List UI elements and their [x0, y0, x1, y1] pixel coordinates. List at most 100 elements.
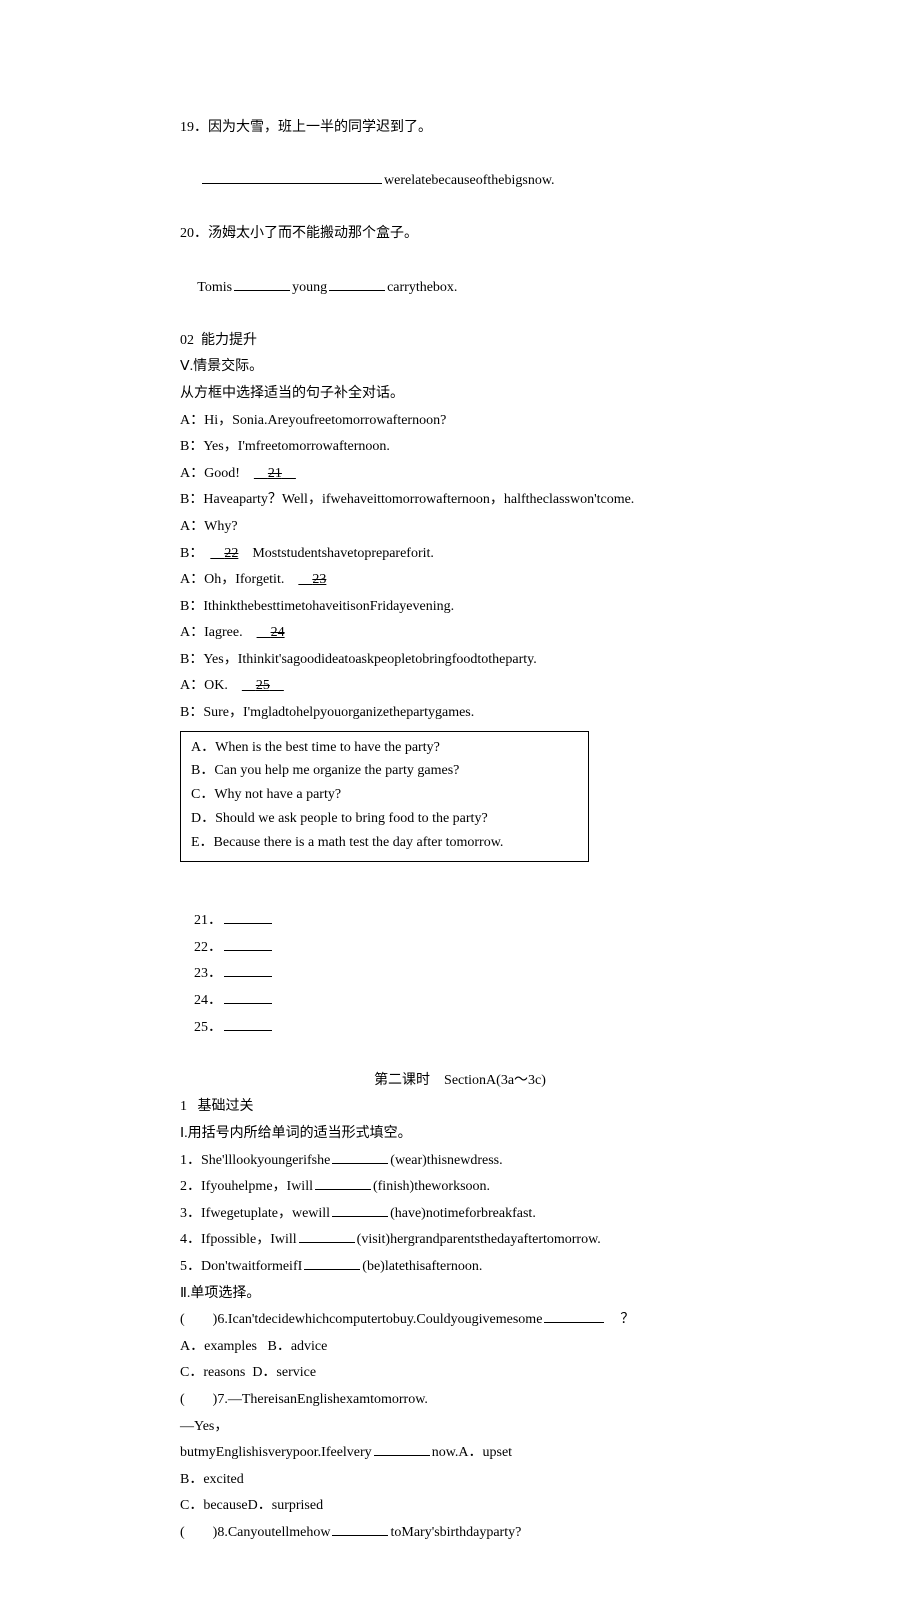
dialog-b5: B：Yes，Ithinkit'sagoodideatoaskpeopletobr…	[180, 647, 740, 674]
m7-opts-1: B．excited	[180, 1467, 740, 1494]
p1: 1．She'lllookyoungerifshe (wear)thisnewdre…	[180, 1148, 740, 1175]
p1-b: (wear)thisnewdress.	[390, 1153, 502, 1168]
ans-23-label: 23．	[194, 966, 222, 981]
m7-c: butmyEnglishisverypoor.Ifeelvery now.A．up…	[180, 1440, 740, 1467]
option-d: D．Should we ask people to bring food to …	[191, 807, 578, 831]
blank-num-21: 21	[268, 466, 282, 481]
dialog-b3-post: Moststudentshavetoprepareforit.	[238, 546, 434, 561]
section-02-heading: 02 能力提升	[180, 328, 740, 355]
m6-blank[interactable]	[544, 1308, 604, 1323]
p2-blank[interactable]	[315, 1175, 371, 1190]
p2: 2．Ifyouhelpme，Iwill(finish)theworksoon.	[180, 1174, 740, 1201]
q19-tail: werelatebecauseofthebigsnow.	[384, 173, 555, 188]
m7-c-a: butmyEnglishisverypoor.Ifeelvery	[180, 1445, 372, 1460]
dialog-a2-pre: A：Good!	[180, 466, 254, 481]
q19-prompt: 19．因为大雪，班上一半的同学迟到了。	[180, 115, 740, 142]
m8-blank[interactable]	[332, 1521, 388, 1536]
dialog-b3-blank[interactable]: 22	[210, 546, 238, 561]
dialog-a6-blank[interactable]: 25	[242, 678, 284, 693]
p1-a: 1．She'lllookyoungerifshe	[180, 1153, 330, 1168]
section-1-heading: 1 基础过关	[180, 1094, 740, 1121]
answer-row: 21． 22． 23． 24． 25．	[180, 882, 740, 1068]
ans-21-label: 21．	[194, 913, 222, 928]
p5-b: (be)latethisafternoon.	[362, 1259, 482, 1274]
p3-b: (have)notimeforbreakfast.	[390, 1206, 536, 1221]
ans-25-label: 25．	[194, 1020, 222, 1035]
option-a: A．When is the best time to have the part…	[191, 736, 578, 760]
m8: ( )8.Canyoutellmehow toMary'sbirthdaypart…	[180, 1520, 740, 1547]
blank-num-22: 22	[224, 546, 238, 561]
ans-24-blank[interactable]	[224, 989, 272, 1004]
dialog-a4-pre: A：Oh，Iforgetit.	[180, 572, 298, 587]
section-v-heading: Ⅴ.情景交际。	[180, 354, 740, 381]
blank-num-24: 24	[271, 625, 285, 640]
m8-b: toMary'sbirthdayparty?	[390, 1525, 521, 1540]
m7-blank[interactable]	[374, 1441, 430, 1456]
q20-seg-c: carrythebox.	[387, 280, 457, 295]
spacer	[180, 862, 740, 882]
ans-25-blank[interactable]	[224, 1016, 272, 1031]
dialog-b3-pre: B：	[180, 546, 210, 561]
m8-a: ( )8.Canyoutellmehow	[180, 1525, 330, 1540]
option-e: E．Because there is a math test the day a…	[191, 831, 578, 855]
m7-opts-2: C．becauseD．surprised	[180, 1493, 740, 1520]
option-c: C．Why not have a party?	[191, 783, 578, 807]
ans-21-blank[interactable]	[224, 909, 272, 924]
p4-blank[interactable]	[299, 1228, 355, 1243]
dialog-b6: B：Sure，I'mgladtohelpyouorganizethepartyg…	[180, 700, 740, 727]
lesson-title: 第二课时 SectionA(3a～3c)	[180, 1068, 740, 1095]
p1-blank[interactable]	[332, 1149, 388, 1164]
ans-22-label: 22．	[194, 940, 222, 955]
dialog-a6-pre: A：OK.	[180, 678, 242, 693]
dialog-b2: B：Haveaparty？Well，ifwehaveittomorrowafte…	[180, 487, 740, 514]
m6-a: ( )6.Ican'tdecidewhichcomputertobuy.Coul…	[180, 1312, 542, 1327]
dialog-a5: A：Iagree. 24	[180, 620, 740, 647]
p4: 4．Ifpossible，Iwill (visit)hergrandparents…	[180, 1227, 740, 1254]
ans-22-blank[interactable]	[224, 936, 272, 951]
m6-opts-2: C．reasons D．service	[180, 1360, 740, 1387]
dialog-b4: B：IthinkthebesttimetohaveitisonFridayeve…	[180, 594, 740, 621]
ans-24-label: 24．	[194, 993, 222, 1008]
p2-b: (finish)theworksoon.	[373, 1179, 490, 1194]
dialog-a1: A：Hi，Sonia.Areyoufreetomorrowafternoon?	[180, 408, 740, 435]
p5-blank[interactable]	[304, 1255, 360, 1270]
dialog-b3: B： 22 Moststudentshavetoprepareforit.	[180, 541, 740, 568]
m6-b: ？	[620, 1312, 634, 1327]
dialog-a4-post	[326, 572, 340, 587]
dialog-a2-blank[interactable]: 21	[254, 466, 296, 481]
blank-num-23: 23	[312, 572, 326, 587]
m6: ( )6.Ican'tdecidewhichcomputertobuy.Coul…	[180, 1307, 740, 1334]
dialog-a5-pre: A：Iagree.	[180, 625, 257, 640]
section-v-sub: 从方框中选择适当的句子补全对话。	[180, 381, 740, 408]
p5-a: 5．Don'twaitformeifI	[180, 1259, 302, 1274]
dialog-a4: A：Oh，Iforgetit. 23	[180, 567, 740, 594]
m7-b: —Yes，	[180, 1414, 740, 1441]
q19-answer-line: werelatebecauseofthebigsnow.	[180, 142, 740, 222]
m7-a: ( )7.—ThereisanEnglishexamtomorrow.	[180, 1387, 740, 1414]
q20-prompt: 20．汤姆太小了而不能搬动那个盒子。	[180, 221, 740, 248]
q20-answer-line: Tomis young carrythebox.	[180, 248, 740, 328]
m7-c-b: now.A．upset	[432, 1445, 512, 1460]
dialog-b1: B：Yes，I'mfreetomorrowafternoon.	[180, 434, 740, 461]
p4-b: (visit)hergrandparentsthedayaftertomorro…	[357, 1232, 601, 1247]
p3-a: 3．Ifwegetuplate，wewill	[180, 1206, 330, 1221]
dialog-a4-blank[interactable]: 23	[298, 572, 326, 587]
q20-blank-2[interactable]	[329, 276, 385, 291]
section-ii-heading: Ⅱ.单项选择。	[180, 1281, 740, 1308]
dialog-a3: A：Why?	[180, 514, 740, 541]
q19-blank[interactable]	[202, 169, 382, 184]
p5: 5．Don'twaitformeifI (be)latethisafternoon…	[180, 1254, 740, 1281]
p3: 3．Ifwegetuplate，wewill (have)notimeforbre…	[180, 1201, 740, 1228]
p4-a: 4．Ifpossible，Iwill	[180, 1232, 297, 1247]
q20-blank-1[interactable]	[234, 276, 290, 291]
ans-23-blank[interactable]	[224, 962, 272, 977]
dialog-a5-blank[interactable]: 24	[257, 625, 285, 640]
q20-seg-b: young	[292, 280, 327, 295]
dialog-a6: A：OK. 25	[180, 673, 740, 700]
p3-blank[interactable]	[332, 1202, 388, 1217]
worksheet-page: 19．因为大雪，班上一半的同学迟到了。 werelatebecauseofthe…	[0, 0, 920, 1606]
q20-seg-a: Tomis	[194, 280, 232, 295]
dialog-a5-post	[285, 625, 299, 640]
m6-opts-1: A．examples B．advice	[180, 1334, 740, 1361]
options-box: A．When is the best time to have the part…	[180, 731, 589, 862]
